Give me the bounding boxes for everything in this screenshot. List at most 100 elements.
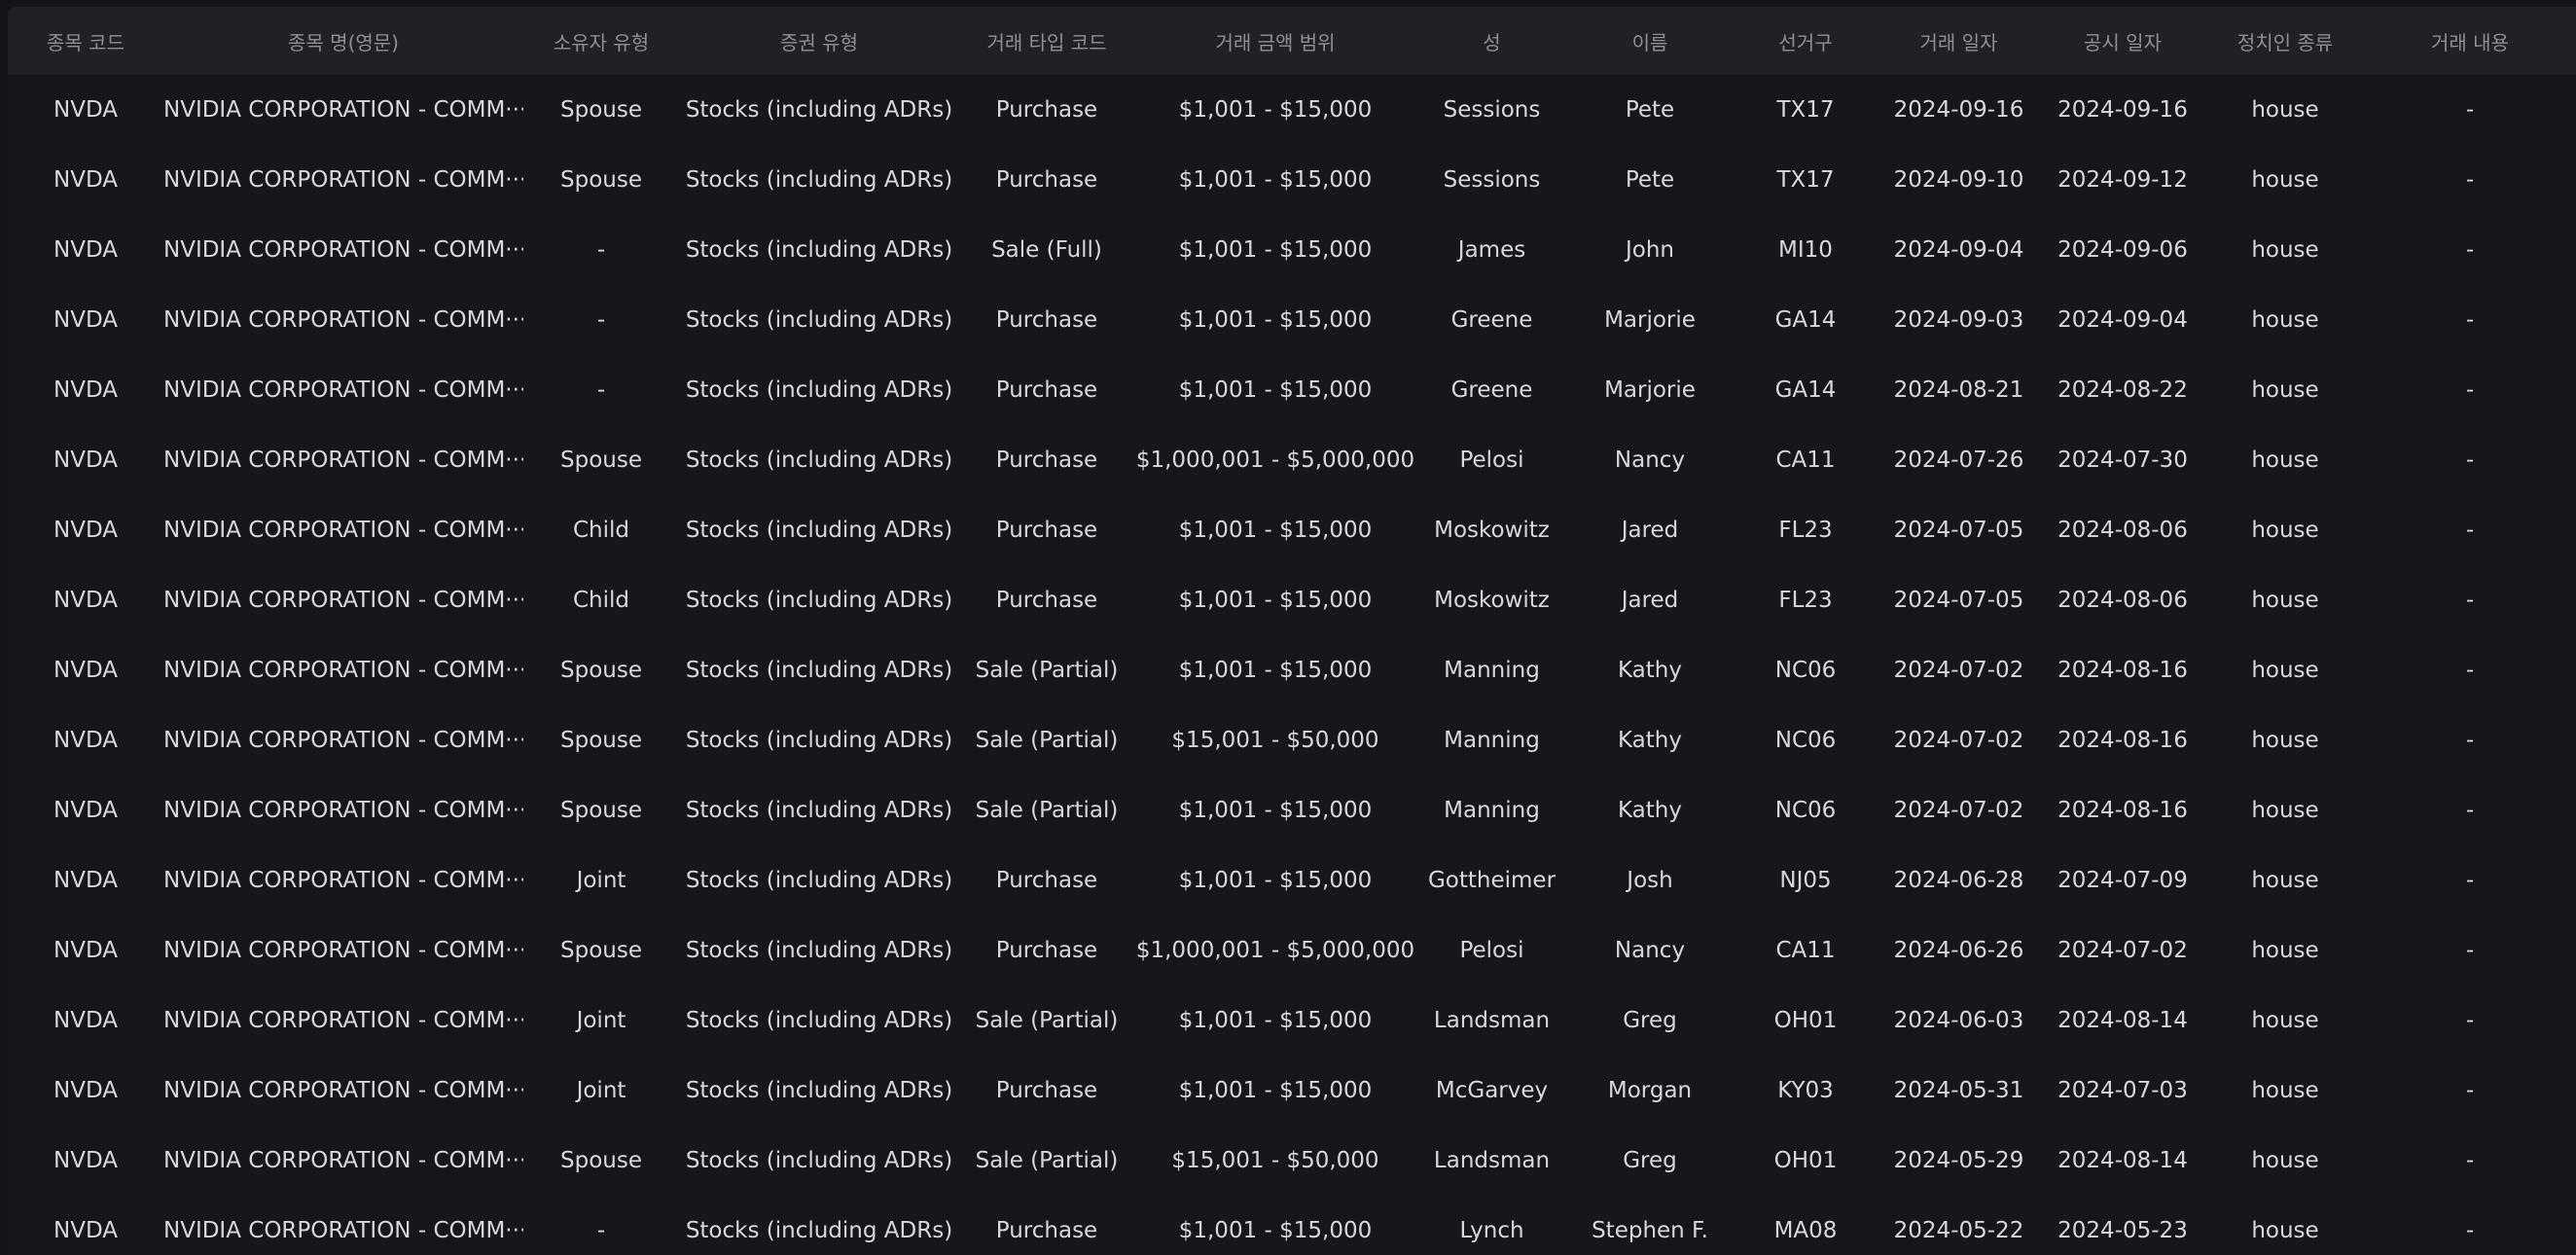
cell-transaction-type: Purchase bbox=[995, 938, 1098, 963]
cell-disclosure-date: 2024-08-16 bbox=[2057, 728, 2188, 753]
cell-comment: - bbox=[2465, 518, 2475, 543]
table-row[interactable]: NVDA NVIDIA CORPORATION - COMM··· Child Sto… bbox=[8, 565, 2576, 635]
table-row[interactable]: NVDA NVIDIA CORPORATION - COMM··· Spouse St… bbox=[8, 775, 2576, 845]
cell-asset-name: NVIDIA CORPORATION - COMM··· bbox=[163, 518, 523, 543]
cell-comment: - bbox=[2465, 307, 2475, 333]
cell-transaction-type: Purchase bbox=[995, 167, 1098, 193]
column-header-asset-name[interactable]: 종목 명(영문) bbox=[163, 7, 523, 75]
cell-ticker: NVDA bbox=[54, 167, 118, 193]
table-row[interactable]: NVDA NVIDIA CORPORATION - COMM··· - Stocks … bbox=[8, 215, 2576, 285]
table-row[interactable]: NVDA NVIDIA CORPORATION - COMM··· Spouse St… bbox=[8, 425, 2576, 495]
cell-owner-type: Spouse bbox=[560, 938, 642, 963]
cell-transaction-type: Purchase bbox=[995, 307, 1098, 333]
cell-transaction-date: 2024-07-02 bbox=[1893, 658, 2024, 683]
cell-first-name: Pete bbox=[1625, 167, 1675, 193]
column-header-amount-range[interactable]: 거래 금액 범위 bbox=[1134, 7, 1416, 75]
cell-district: CA11 bbox=[1775, 938, 1836, 963]
cell-comment: - bbox=[2465, 1218, 2475, 1243]
table-row[interactable]: NVDA NVIDIA CORPORATION - COMM··· Spouse St… bbox=[8, 75, 2576, 145]
cell-asset-type: Stocks (including ADRs) bbox=[685, 518, 953, 543]
cell-transaction-date: 2024-08-21 bbox=[1893, 377, 2024, 403]
cell-politician-type: house bbox=[2251, 868, 2319, 893]
cell-asset-type: Stocks (including ADRs) bbox=[685, 798, 953, 823]
cell-ticker: NVDA bbox=[54, 518, 118, 543]
cell-transaction-type: Sale (Partial) bbox=[975, 1008, 1119, 1033]
cell-owner-type: Spouse bbox=[560, 1148, 642, 1173]
cell-amount-range: $1,001 - $15,000 bbox=[1178, 1218, 1373, 1243]
cell-transaction-date: 2024-07-02 bbox=[1893, 728, 2024, 753]
column-header-ticker[interactable]: 종목 코드 bbox=[8, 7, 163, 75]
cell-amount-range: $1,001 - $15,000 bbox=[1178, 518, 1373, 543]
table-row[interactable]: NVDA NVIDIA CORPORATION - COMM··· Joint Sto… bbox=[8, 845, 2576, 915]
table-row[interactable]: NVDA NVIDIA CORPORATION - COMM··· Spouse St… bbox=[8, 915, 2576, 986]
cell-comment: - bbox=[2465, 1148, 2475, 1173]
cell-owner-type: Spouse bbox=[560, 658, 642, 683]
cell-ticker: NVDA bbox=[54, 448, 118, 473]
cell-amount-range: $1,001 - $15,000 bbox=[1178, 377, 1373, 403]
table-row[interactable]: NVDA NVIDIA CORPORATION - COMM··· - Stocks … bbox=[8, 355, 2576, 425]
table-row[interactable]: NVDA NVIDIA CORPORATION - COMM··· Spouse St… bbox=[8, 145, 2576, 215]
column-header-last-name[interactable]: 성 bbox=[1416, 7, 1567, 75]
cell-asset-type: Stocks (including ADRs) bbox=[685, 97, 953, 123]
cell-owner-type: Spouse bbox=[560, 448, 642, 473]
cell-ticker: NVDA bbox=[54, 1218, 118, 1243]
cell-last-name: Manning bbox=[1444, 658, 1540, 683]
column-header-district[interactable]: 선거구 bbox=[1733, 7, 1878, 75]
cell-asset-name: NVIDIA CORPORATION - COMM··· bbox=[163, 1008, 523, 1033]
table-row[interactable]: NVDA NVIDIA CORPORATION - COMM··· Spouse St… bbox=[8, 635, 2576, 705]
table-row[interactable]: NVDA NVIDIA CORPORATION - COMM··· Joint Sto… bbox=[8, 1056, 2576, 1126]
cell-amount-range: $1,001 - $15,000 bbox=[1178, 97, 1373, 123]
cell-transaction-date: 2024-05-22 bbox=[1893, 1218, 2024, 1243]
cell-last-name: Gottheimer bbox=[1427, 868, 1556, 893]
table-row[interactable]: NVDA NVIDIA CORPORATION - COMM··· Spouse St… bbox=[8, 1126, 2576, 1196]
trades-table-panel: 종목 코드 종목 명(영문) 소유자 유형 증권 유형 거래 타입 코드 거래 … bbox=[8, 7, 2576, 1255]
cell-first-name: Greg bbox=[1623, 1008, 1677, 1033]
column-header-transaction-date[interactable]: 거래 일자 bbox=[1878, 7, 2039, 75]
trades-table: 종목 코드 종목 명(영문) 소유자 유형 증권 유형 거래 타입 코드 거래 … bbox=[8, 7, 2576, 1255]
cell-amount-range: $1,000,001 - $5,000,000 bbox=[1135, 938, 1415, 963]
cell-ticker: NVDA bbox=[54, 307, 118, 333]
cell-district: GA14 bbox=[1774, 307, 1837, 333]
column-header-comment[interactable]: 거래 내용 bbox=[2364, 7, 2576, 75]
cell-amount-range: $1,001 - $15,000 bbox=[1178, 658, 1373, 683]
cell-transaction-date: 2024-09-16 bbox=[1893, 97, 2024, 123]
table-row[interactable]: NVDA NVIDIA CORPORATION - COMM··· Child Sto… bbox=[8, 495, 2576, 565]
column-header-disclosure-date[interactable]: 공시 일자 bbox=[2039, 7, 2206, 75]
cell-ticker: NVDA bbox=[54, 728, 118, 753]
cell-asset-name: NVIDIA CORPORATION - COMM··· bbox=[163, 167, 523, 193]
cell-asset-name: NVIDIA CORPORATION - COMM··· bbox=[163, 1218, 523, 1243]
column-header-transaction-type[interactable]: 거래 타입 코드 bbox=[959, 7, 1134, 75]
cell-asset-name: NVIDIA CORPORATION - COMM··· bbox=[163, 588, 523, 613]
cell-last-name: Moskowitz bbox=[1434, 518, 1550, 543]
cell-asset-type: Stocks (including ADRs) bbox=[685, 658, 953, 683]
cell-first-name: Josh bbox=[1627, 868, 1673, 893]
table-row[interactable]: NVDA NVIDIA CORPORATION - COMM··· - Stocks … bbox=[8, 1196, 2576, 1255]
cell-district: GA14 bbox=[1774, 377, 1837, 403]
cell-asset-name: NVIDIA CORPORATION - COMM··· bbox=[163, 307, 523, 333]
cell-first-name: Marjorie bbox=[1604, 307, 1696, 333]
cell-asset-type: Stocks (including ADRs) bbox=[685, 1008, 953, 1033]
table-header-row: 종목 코드 종목 명(영문) 소유자 유형 증권 유형 거래 타입 코드 거래 … bbox=[8, 7, 2576, 75]
cell-first-name: Jared bbox=[1621, 518, 1679, 543]
table-row[interactable]: NVDA NVIDIA CORPORATION - COMM··· Joint Sto… bbox=[8, 986, 2576, 1056]
column-header-first-name[interactable]: 이름 bbox=[1567, 7, 1733, 75]
cell-ticker: NVDA bbox=[54, 938, 118, 963]
cell-asset-type: Stocks (including ADRs) bbox=[685, 868, 953, 893]
cell-ticker: NVDA bbox=[54, 798, 118, 823]
cell-district: FL23 bbox=[1778, 518, 1833, 543]
cell-politician-type: house bbox=[2251, 798, 2319, 823]
cell-disclosure-date: 2024-08-14 bbox=[2057, 1008, 2188, 1033]
column-header-asset-type[interactable]: 증권 유형 bbox=[679, 7, 959, 75]
cell-owner-type: Joint bbox=[576, 1008, 626, 1033]
table-row[interactable]: NVDA NVIDIA CORPORATION - COMM··· Spouse St… bbox=[8, 705, 2576, 775]
cell-politician-type: house bbox=[2251, 1218, 2319, 1243]
cell-asset-type: Stocks (including ADRs) bbox=[685, 588, 953, 613]
table-row[interactable]: NVDA NVIDIA CORPORATION - COMM··· - Stocks … bbox=[8, 285, 2576, 355]
cell-owner-type: Joint bbox=[576, 1078, 626, 1103]
cell-asset-name: NVIDIA CORPORATION - COMM··· bbox=[163, 1148, 523, 1173]
column-header-owner-type[interactable]: 소유자 유형 bbox=[523, 7, 679, 75]
cell-last-name: James bbox=[1457, 237, 1526, 263]
column-header-politician-type[interactable]: 정치인 종류 bbox=[2206, 7, 2364, 75]
cell-disclosure-date: 2024-07-02 bbox=[2057, 938, 2188, 963]
cell-politician-type: house bbox=[2251, 448, 2319, 473]
